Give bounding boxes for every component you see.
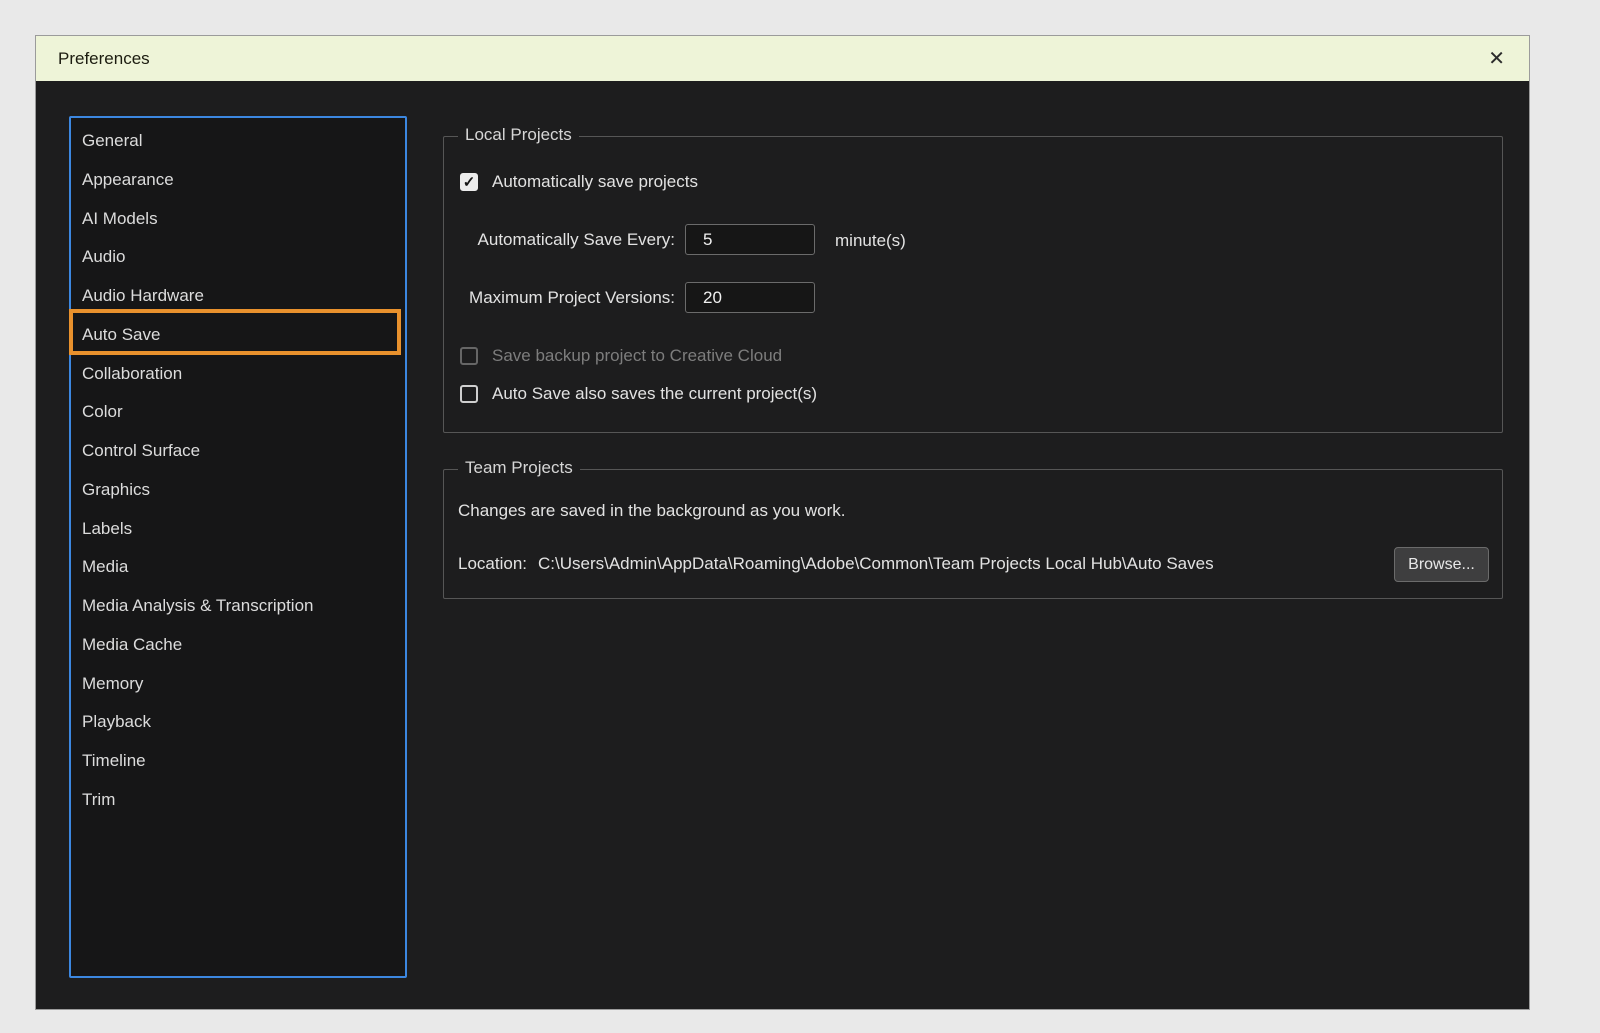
max-versions-input[interactable] — [685, 282, 815, 313]
location-row: Location: C:\Users\Admin\AppData\Roaming… — [458, 554, 1214, 574]
sidebar-item-memory[interactable]: Memory — [71, 665, 405, 704]
max-versions-label: Maximum Project Versions: — [460, 288, 675, 308]
sidebar-item-appearance[interactable]: Appearance — [71, 161, 405, 200]
preferences-category-list: General Appearance AI Models Audio Audio… — [69, 116, 407, 978]
team-projects-group: Team Projects Changes are saved in the b… — [443, 469, 1503, 599]
sidebar-item-labels[interactable]: Labels — [71, 510, 405, 549]
check-icon: ✓ — [463, 175, 476, 190]
browse-button[interactable]: Browse... — [1394, 547, 1489, 582]
team-projects-group-title: Team Projects — [458, 458, 580, 478]
title-bar: Preferences ✕ — [36, 36, 1529, 81]
automatically-save-projects-checkbox[interactable]: ✓ — [460, 173, 478, 191]
dialog-title: Preferences — [58, 49, 150, 69]
sidebar-item-audio[interactable]: Audio — [71, 238, 405, 277]
sidebar-item-ai-models[interactable]: AI Models — [71, 200, 405, 239]
local-projects-group-title: Local Projects — [458, 125, 579, 145]
auto-save-current-projects-label: Auto Save also saves the current project… — [492, 384, 817, 404]
close-button[interactable]: ✕ — [1488, 49, 1505, 69]
preferences-dialog: Preferences ✕ General Appearance AI Mode… — [35, 35, 1530, 1010]
sidebar-item-timeline[interactable]: Timeline — [71, 742, 405, 781]
save-backup-creative-cloud-label: Save backup project to Creative Cloud — [492, 346, 782, 366]
sidebar-item-trim[interactable]: Trim — [71, 781, 405, 820]
location-value: C:\Users\Admin\AppData\Roaming\Adobe\Com… — [538, 554, 1214, 574]
save-every-label: Automatically Save Every: — [460, 230, 675, 250]
close-icon: ✕ — [1488, 48, 1505, 70]
save-every-input[interactable] — [685, 224, 815, 255]
sidebar-item-graphics[interactable]: Graphics — [71, 471, 405, 510]
sidebar-item-media-analysis[interactable]: Media Analysis & Transcription — [71, 587, 405, 626]
sidebar-item-audio-hardware[interactable]: Audio Hardware — [71, 277, 405, 316]
local-projects-group: Local Projects ✓ Automatically save proj… — [443, 136, 1503, 433]
save-backup-creative-cloud-checkbox[interactable]: ✓ — [460, 347, 478, 365]
sidebar-item-general[interactable]: General — [71, 122, 405, 161]
sidebar-item-collaboration[interactable]: Collaboration — [71, 355, 405, 394]
team-projects-description: Changes are saved in the background as y… — [458, 501, 845, 521]
sidebar-item-auto-save[interactable]: Auto Save — [71, 316, 405, 355]
location-label: Location: — [458, 554, 527, 574]
sidebar-item-media[interactable]: Media — [71, 548, 405, 587]
sidebar-item-playback[interactable]: Playback — [71, 703, 405, 742]
sidebar-item-control-surface[interactable]: Control Surface — [71, 432, 405, 471]
auto-save-current-projects-checkbox[interactable]: ✓ — [460, 385, 478, 403]
sidebar-item-color[interactable]: Color — [71, 393, 405, 432]
save-every-suffix: minute(s) — [835, 231, 906, 251]
automatically-save-projects-label: Automatically save projects — [492, 172, 698, 192]
sidebar-item-media-cache[interactable]: Media Cache — [71, 626, 405, 665]
